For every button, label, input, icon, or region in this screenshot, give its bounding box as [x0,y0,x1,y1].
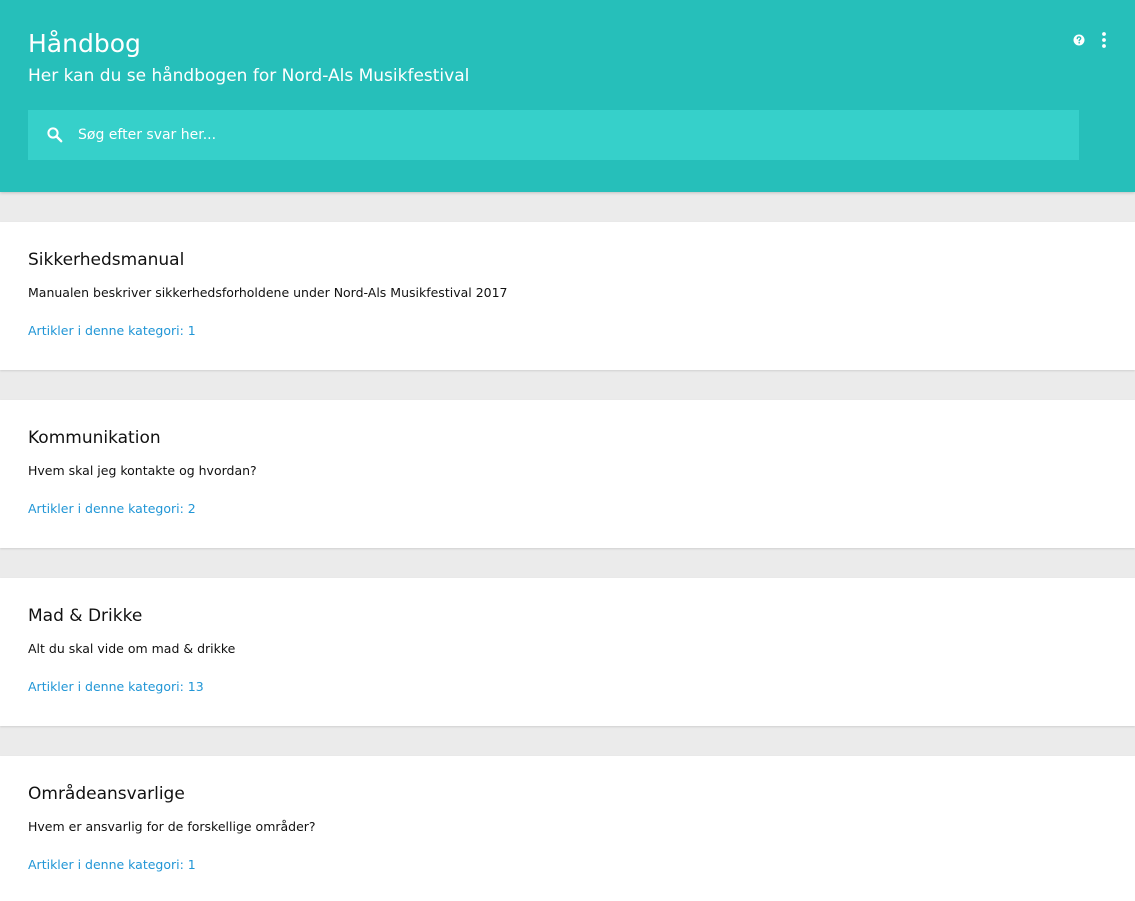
category-description: Alt du skal vide om mad & drikke [28,641,236,656]
search-bar[interactable] [28,110,1079,160]
help-icon[interactable] [1071,32,1087,48]
page-title: Håndbog [28,29,141,58]
category-title: Mad & Drikke [28,606,143,626]
category-card: Områdeansvarlige Hvem er ansvarlig for d… [0,756,1135,901]
category-description: Manualen beskriver sikkerhedsforholdene … [28,285,508,300]
category-title: Kommunikation [28,428,161,448]
category-card: Kommunikation Hvem skal jeg kontakte og … [0,400,1135,548]
category-articles-link[interactable]: Artikler i denne kategori: 13 [28,678,204,696]
category-articles-link[interactable]: Artikler i denne kategori: 1 [28,322,196,340]
category-articles-link[interactable]: Artikler i denne kategori: 1 [28,856,196,874]
more-vertical-icon[interactable] [1096,31,1112,49]
page-subtitle: Her kan du se håndbogen for Nord-Als Mus… [28,66,470,86]
search-icon [46,126,64,144]
search-input[interactable] [78,110,1058,160]
category-title: Områdeansvarlige [28,784,185,804]
category-card: Mad & Drikke Alt du skal vide om mad & d… [0,578,1135,726]
app-header: Håndbog Her kan du se håndbogen for Nord… [0,0,1135,192]
category-card: Sikkerhedsmanual Manualen beskriver sikk… [0,222,1135,370]
category-description: Hvem skal jeg kontakte og hvordan? [28,463,257,478]
category-description: Hvem er ansvarlig for de forskellige omr… [28,819,316,834]
category-articles-link[interactable]: Artikler i denne kategori: 2 [28,500,196,518]
category-title: Sikkerhedsmanual [28,250,185,270]
